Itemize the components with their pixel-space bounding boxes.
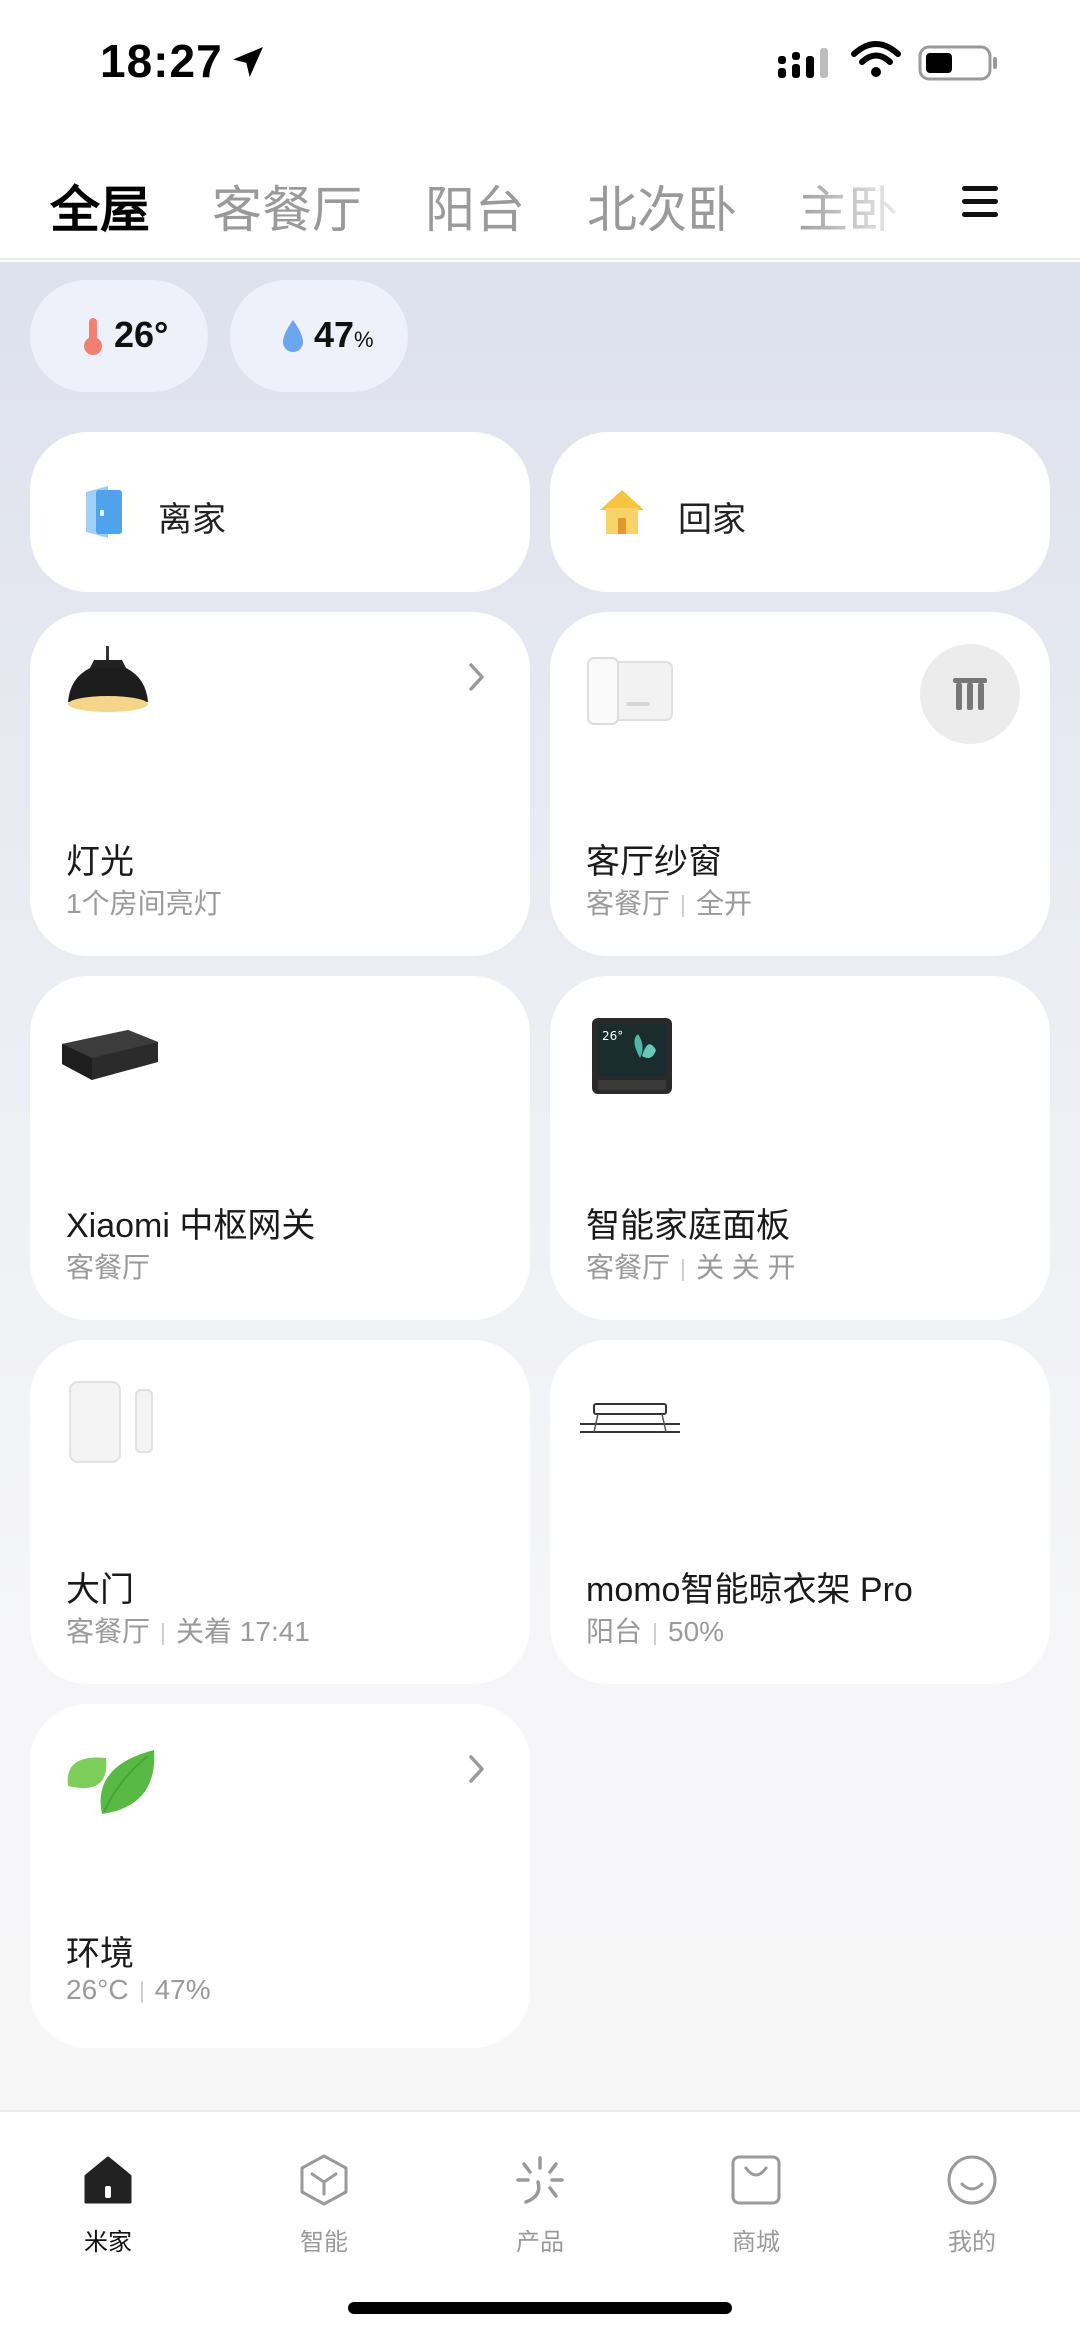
smiley-icon [947, 2155, 997, 2205]
nav-smart[interactable]: 智能 [264, 2142, 384, 2262]
device-subtitle: 客餐厅 [66, 1252, 151, 1283]
home-indicator[interactable] [348, 2302, 732, 2314]
gateway-box-icon [62, 1030, 158, 1080]
nav-profile[interactable]: 我的 [912, 2142, 1032, 2262]
device-subtitle: 26°C 47% [66, 1974, 211, 2005]
nav-label: 我的 [948, 2229, 996, 2256]
nav-label: 智能 [300, 2229, 348, 2256]
cube-icon [300, 2154, 348, 2206]
device-title: momo智能晾衣架 Pro [586, 1571, 913, 1609]
device-card-environment[interactable]: 环境 26°C 47% [30, 1704, 530, 2048]
clothes-rack-icon [580, 1403, 680, 1433]
tab-north-bedroom[interactable]: 北次卧 [587, 170, 737, 242]
humidity-pill[interactable]: 47% [230, 280, 408, 392]
device-title: 环境 [66, 1935, 134, 1973]
scene-label: 离家 [158, 501, 226, 539]
water-drop-icon [283, 320, 303, 352]
device-card-front-door[interactable]: 大门 客餐厅 关着 17:41 [30, 1340, 530, 1684]
tab-whole-house[interactable]: 全屋 [50, 170, 150, 242]
house-return-icon [600, 490, 644, 534]
pendant-lamp-icon [68, 646, 148, 712]
device-card-smart-panel[interactable]: 26° 智能家庭面板 客餐厅关 关 开 [550, 976, 1050, 1320]
leaf-icon [67, 1750, 155, 1814]
device-title: 灯光 [66, 843, 134, 881]
device-title: 客厅纱窗 [586, 843, 722, 881]
tab-fade-overlay [790, 160, 950, 240]
window-screen-device-icon [587, 657, 673, 725]
device-card-lights[interactable]: 灯光 1个房间亮灯 [30, 612, 530, 956]
home-icon [84, 2156, 132, 2204]
nav-mijia[interactable]: 米家 [48, 2142, 168, 2262]
device-subtitle: 客餐厅 关着 17:41 [66, 1616, 310, 1647]
device-card-window-screen[interactable]: 客厅纱窗 客餐厅 全开 [550, 612, 1050, 956]
battery-icon [918, 45, 997, 81]
nav-store[interactable]: 商城 [696, 2142, 816, 2262]
nav-label: 产品 [516, 2229, 564, 2256]
chevron-right-icon[interactable] [466, 660, 488, 694]
menu-icon[interactable] [960, 184, 1000, 220]
device-subtitle: 客餐厅关 关 开 [586, 1252, 796, 1283]
status-time: 18:27 [100, 35, 223, 87]
device-card-clothes-rack[interactable]: momo智能晾衣架 Pro 阳台 50% [550, 1340, 1050, 1684]
device-title: 智能家庭面板 [586, 1207, 790, 1245]
chevron-right-icon[interactable] [466, 1752, 488, 1786]
window-screen-control-button[interactable] [920, 644, 1020, 744]
device-card-gateway[interactable]: Xiaomi 中枢网关 客餐厅 [30, 976, 530, 1320]
wifi-icon [851, 41, 901, 77]
tab-balcony[interactable]: 阳台 [425, 170, 525, 242]
scene-label: 回家 [678, 501, 746, 539]
room-tabs: 全屋 客餐厅 阳台 北次卧 主卧 [0, 130, 1080, 260]
curtain-icon [953, 678, 987, 710]
door-sensor-icon [69, 1381, 153, 1463]
door-leave-icon [86, 486, 122, 538]
status-bar: 18:27 [0, 0, 1080, 130]
smart-panel-icon: 26° [592, 1018, 672, 1094]
device-title: 大门 [66, 1571, 134, 1609]
device-title: Xiaomi 中枢网关 [66, 1207, 316, 1245]
temperature-value: 26° [114, 314, 169, 355]
shopping-bag-icon [731, 2155, 781, 2205]
device-subtitle: 客餐厅 全开 [586, 888, 753, 919]
tab-dining-living[interactable]: 客餐厅 [212, 170, 362, 242]
humidity-value: 47% [314, 314, 374, 355]
scene-return-home[interactable]: 回家 [550, 432, 1050, 592]
device-subtitle: 1个房间亮灯 [66, 888, 222, 919]
nav-products[interactable]: 产品 [480, 2142, 600, 2262]
temperature-pill[interactable]: 26° [30, 280, 208, 392]
location-arrow-icon [233, 47, 263, 77]
panel-temperature: 26° [602, 1029, 623, 1043]
thermometer-icon [84, 318, 102, 355]
device-subtitle: 阳台 50% [586, 1616, 725, 1647]
sparkle-icon [516, 2156, 564, 2204]
signal-icon [778, 48, 828, 78]
nav-label: 商城 [732, 2229, 780, 2256]
scene-leave-home[interactable]: 离家 [30, 432, 530, 592]
nav-label: 米家 [84, 2229, 132, 2256]
